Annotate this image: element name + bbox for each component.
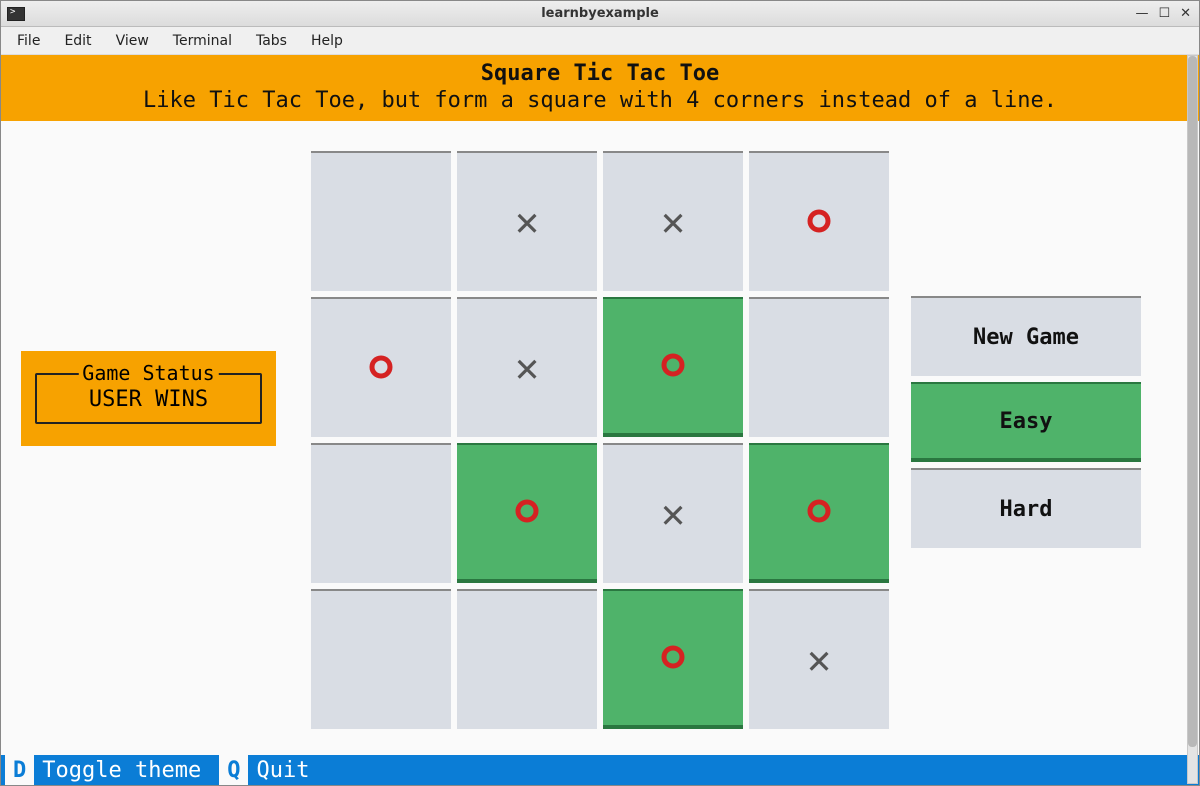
mark-o-icon (805, 489, 833, 535)
board-cell[interactable] (749, 297, 889, 437)
footer-label: Toggle theme (42, 758, 211, 783)
side-panel: New GameEasyHard (911, 296, 1141, 548)
mark-x-icon: ✕ (515, 345, 539, 391)
board-cell[interactable] (749, 151, 889, 291)
mark-o-icon (367, 345, 395, 391)
board-cell[interactable]: ✕ (457, 297, 597, 437)
board-cell[interactable]: ✕ (603, 443, 743, 583)
mark-o-icon (659, 343, 687, 389)
board-cell[interactable]: ✕ (603, 151, 743, 291)
menu-file[interactable]: File (7, 30, 50, 52)
game-board: ✕ ✕ ✕ ✕ ✕ (311, 151, 881, 729)
board-cell[interactable] (457, 589, 597, 729)
app-window: learnbyexample — ☐ ✕ File Edit View Term… (0, 0, 1200, 786)
board-cell[interactable] (311, 297, 451, 437)
side-button-hard[interactable]: Hard (911, 468, 1141, 548)
mark-x-icon: ✕ (515, 199, 539, 245)
mark-x-icon: ✕ (807, 637, 831, 683)
status-fieldset: Game Status USER WINS (35, 373, 262, 424)
maximize-icon[interactable]: ☐ (1158, 6, 1170, 21)
footer-key[interactable]: Q (219, 755, 248, 785)
scrollbar-thumb[interactable] (1188, 56, 1197, 747)
board-cell[interactable] (603, 297, 743, 437)
footer-bar: D Toggle theme Q Quit (1, 755, 1199, 785)
status-legend: Game Status (78, 361, 218, 385)
board-cell[interactable]: ✕ (749, 589, 889, 729)
board-cell[interactable]: ✕ (457, 151, 597, 291)
menu-terminal[interactable]: Terminal (163, 30, 242, 52)
footer-key[interactable]: D (5, 755, 34, 785)
menu-view[interactable]: View (106, 30, 159, 52)
board-cell[interactable] (311, 151, 451, 291)
board-cell[interactable] (603, 589, 743, 729)
side-button-new-game[interactable]: New Game (911, 296, 1141, 376)
terminal-icon (7, 7, 25, 21)
titlebar: learnbyexample — ☐ ✕ (1, 1, 1199, 27)
footer-label: Quit (256, 758, 319, 783)
board-cell[interactable] (457, 443, 597, 583)
window-controls: — ☐ ✕ (1135, 6, 1191, 21)
header-banner: Square Tic Tac Toe Like Tic Tac Toe, but… (1, 55, 1199, 121)
board-cell[interactable] (311, 589, 451, 729)
board-cell[interactable] (749, 443, 889, 583)
menu-edit[interactable]: Edit (54, 30, 101, 52)
game-title: Square Tic Tac Toe (5, 61, 1195, 86)
menubar: File Edit View Terminal Tabs Help (1, 27, 1199, 55)
content-row: Game Status USER WINS ✕ ✕ ✕ ✕ ✕ New GameEasy… (1, 121, 1199, 755)
mark-o-icon (805, 199, 833, 245)
side-button-easy[interactable]: Easy (911, 382, 1141, 462)
mark-x-icon: ✕ (661, 199, 685, 245)
scrollbar[interactable] (1187, 55, 1198, 784)
board-cell[interactable] (311, 443, 451, 583)
close-icon[interactable]: ✕ (1180, 6, 1191, 21)
status-text: USER WINS (43, 387, 254, 412)
menu-tabs[interactable]: Tabs (246, 30, 297, 52)
minimize-icon[interactable]: — (1135, 6, 1148, 21)
app-area: Square Tic Tac Toe Like Tic Tac Toe, but… (1, 55, 1199, 785)
mark-x-icon: ✕ (661, 491, 685, 537)
status-panel: Game Status USER WINS (21, 351, 276, 446)
menu-help[interactable]: Help (301, 30, 353, 52)
mark-o-icon (513, 489, 541, 535)
mark-o-icon (659, 635, 687, 681)
window-title: learnbyexample (541, 6, 659, 21)
game-subtitle: Like Tic Tac Toe, but form a square with… (5, 88, 1195, 113)
